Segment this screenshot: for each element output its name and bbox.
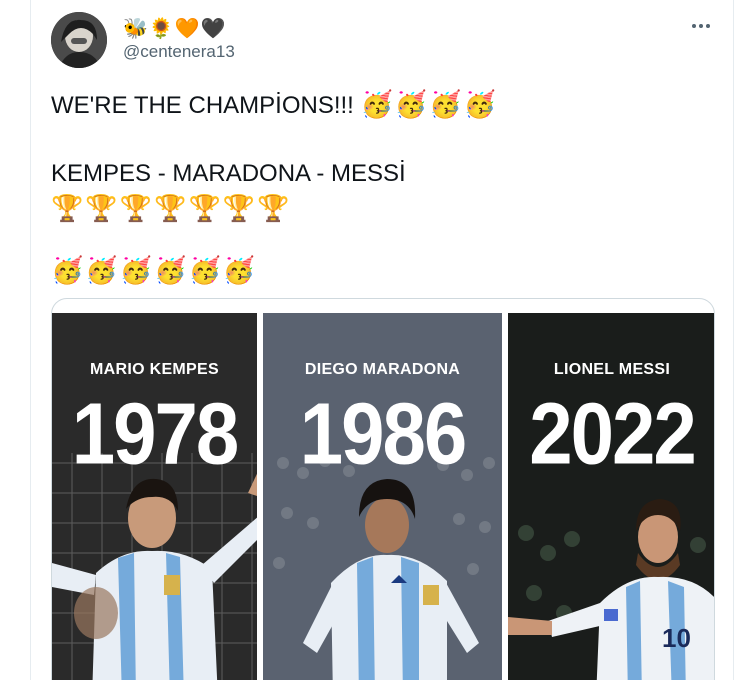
partying-face-emoji-icon: 🥳🥳🥳🥳🥳🥳 xyxy=(51,256,258,286)
avatar[interactable] xyxy=(51,12,107,68)
tweet-line-2: KEMPES - MARADONA - MESSİ xyxy=(51,160,406,187)
player-name: DIEGO MARADONA xyxy=(304,361,461,378)
media-image[interactable]: MARIO KEMPES 1978 DIEGO MARADONA 1986 10… xyxy=(51,298,715,680)
trophy-emoji-icon: 🏆🏆🏆🏆🏆🏆🏆 xyxy=(51,194,292,224)
more-horizontal-icon xyxy=(699,24,703,28)
display-name[interactable]: 🐝🌻🧡🖤 xyxy=(123,16,227,40)
panel-maradona: DIEGO MARADONA 1986 xyxy=(263,313,502,680)
tweet-line-1: WE'RE THE CHAMPİONS!!! 🥳🥳🥳🥳 xyxy=(51,88,711,124)
player-name: LIONEL MESSI xyxy=(553,361,671,378)
championship-year: 1986 xyxy=(299,383,468,483)
partying-face-emoji-icon: 🥳🥳🥳🥳 xyxy=(360,90,499,120)
svg-text:10: 10 xyxy=(662,623,691,653)
avatar-photo-icon xyxy=(51,12,107,68)
more-horizontal-icon xyxy=(692,24,696,28)
tweet-text: WE'RE THE CHAMPİONS!!! 🥳🥳🥳🥳 KEMPES - MAR… xyxy=(51,88,711,290)
user-handle[interactable]: @centenera13 xyxy=(123,42,235,62)
panel-kempes: MARIO KEMPES 1978 xyxy=(52,313,257,680)
tweet-card[interactable]: 🐝🌻🧡🖤 @centenera13 WE'RE THE CHAMPİONS!!!… xyxy=(30,0,734,680)
tweet-line-1-text: WE'RE THE CHAMPİONS!!! xyxy=(51,92,361,119)
panel-messi: 10 LIONEL MESSI 2022 xyxy=(508,313,714,680)
player-name: MARIO KEMPES xyxy=(90,361,219,378)
more-horizontal-icon xyxy=(706,24,710,28)
championship-year: 2022 xyxy=(529,383,697,483)
more-options-button[interactable] xyxy=(689,14,713,38)
championship-year: 1978 xyxy=(71,383,240,483)
